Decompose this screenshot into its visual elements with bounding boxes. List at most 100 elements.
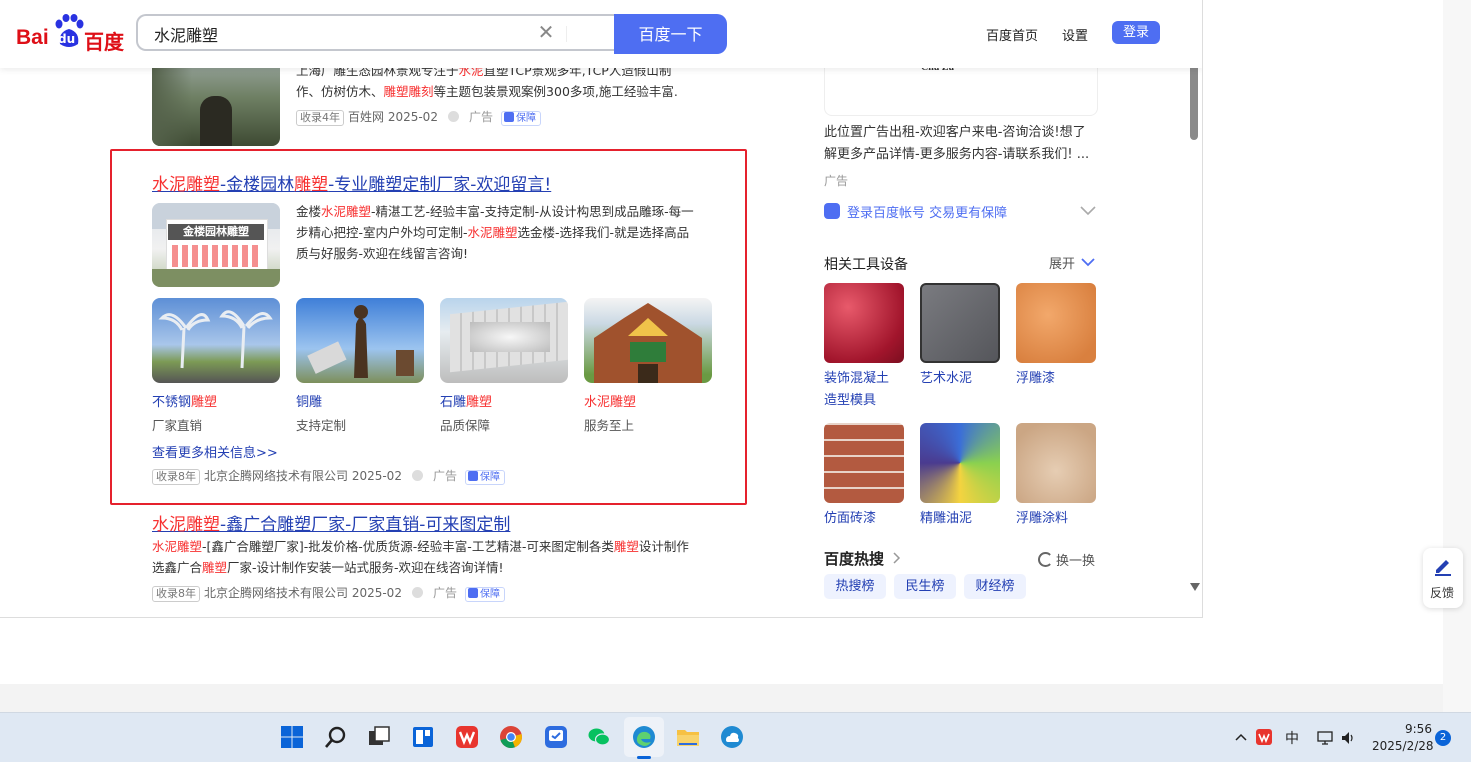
tool-image-clay[interactable]: [920, 423, 1000, 503]
info-icon[interactable]: [411, 587, 423, 598]
shield-icon: [503, 112, 514, 122]
ime-indicator[interactable]: 中: [1285, 728, 1299, 748]
tool-label[interactable]: 仿面砖漆: [824, 508, 876, 530]
result-desc: 金楼水泥雕塑-精湛工艺-经验丰富-支持定制-从设计构思到成品雕琢-每一 步精心把…: [296, 204, 694, 261]
clear-icon[interactable]: ✕: [536, 22, 556, 42]
sub-thumb-stainless[interactable]: [152, 298, 280, 383]
sub-link-stone[interactable]: 石雕雕塑: [440, 391, 492, 410]
guarantee-badge[interactable]: 保障: [464, 587, 505, 602]
edge-icon[interactable]: [632, 725, 656, 749]
guarantee-badge[interactable]: 保障: [500, 111, 541, 126]
tools-title: 相关工具设备: [824, 257, 908, 273]
logo-bai: Bai: [16, 26, 49, 49]
result-thumbnail[interactable]: [152, 58, 280, 146]
sub-thumb-bronze[interactable]: [296, 298, 424, 383]
settings-link[interactable]: 设置: [1062, 25, 1088, 44]
app-icon[interactable]: [544, 725, 568, 749]
sub-desc: 支持定制: [296, 418, 347, 433]
tool-label[interactable]: 装饰混凝土 造型模具: [824, 368, 889, 412]
hot-search-title[interactable]: 百度热搜: [824, 548, 901, 569]
folder-icon[interactable]: [676, 725, 700, 749]
sub-link-stainless[interactable]: 不锈钢雕塑: [152, 391, 217, 410]
search-divider: [566, 26, 567, 42]
result-source[interactable]: 百姓网 2025-02: [348, 110, 438, 124]
more-info-link[interactable]: 查看更多相关信息>>: [152, 442, 278, 461]
sub-desc: 品质保障: [440, 418, 491, 433]
tool-image-brick-paint[interactable]: [824, 423, 904, 503]
baidu-home-link[interactable]: 百度首页: [986, 25, 1038, 44]
sub-thumb-stone[interactable]: [440, 298, 568, 383]
result-meta: 收录8年 北京企腾网络技术有限公司 2025-02 广告 保障: [152, 467, 505, 485]
result-source[interactable]: 北京企腾网络技术有限公司 2025-02: [204, 469, 402, 483]
result-meta: 收录4年 百姓网 2025-02 广告 保障: [296, 108, 541, 126]
sub-link-cement[interactable]: 水泥雕塑: [584, 391, 636, 410]
scrollbar[interactable]: [1187, 0, 1202, 600]
windows-start-icon[interactable]: [280, 725, 304, 749]
search-header: Bai du 百度 ✕ 百度一下 百度首页 设置 登录: [0, 0, 1202, 68]
ad-label: 广告: [824, 174, 849, 188]
sub-desc: 服务至上: [584, 418, 635, 433]
ad-text[interactable]: 此位置广告出租-欢迎客户来电-咨询洽谈!想了 解更多产品详情-更多服务内容-请联…: [824, 122, 1100, 166]
network-icon[interactable]: [1317, 730, 1333, 746]
logo-cn: 百度: [84, 32, 124, 54]
volume-icon[interactable]: [1340, 730, 1356, 746]
chevron-up-icon[interactable]: [1235, 733, 1247, 741]
tool-label[interactable]: 浮雕涂料: [1016, 508, 1068, 530]
search-button[interactable]: 百度一下: [614, 14, 727, 54]
sub-thumb-cement[interactable]: [584, 298, 712, 383]
thumb-caption: 金楼园林雕塑: [168, 224, 264, 240]
tool-label[interactable]: 艺术水泥: [920, 368, 972, 390]
guarantee-badge[interactable]: 保障: [464, 470, 505, 485]
wechat-icon[interactable]: [587, 725, 611, 749]
feedback-button[interactable]: 反馈: [1423, 548, 1463, 608]
refresh-icon: [1038, 552, 1053, 567]
baidu-logo[interactable]: Bai du 百度: [16, 14, 126, 54]
browser-viewport: Bai du 百度 ✕ 百度一下 百度首页 设置 登录 上海广: [0, 0, 1203, 618]
result-meta: 收录8年 北京企腾网络技术有限公司 2025-02 广告 保障: [152, 584, 505, 602]
wps-tray-icon[interactable]: [1256, 729, 1272, 745]
tools-expand[interactable]: 展开: [1049, 253, 1095, 272]
chevron-down-icon: [1081, 258, 1095, 267]
task-view-icon[interactable]: [367, 725, 391, 749]
login-prompt[interactable]: 登录百度帐号 交易更有保障: [824, 201, 1096, 223]
result-title[interactable]: 水泥雕塑-鑫广合雕塑厂家-厂家直销-可来图定制: [152, 510, 510, 535]
clock-time[interactable]: 9:56: [1405, 722, 1432, 736]
result-source[interactable]: 北京企腾网络技术有限公司 2025-02: [204, 586, 402, 600]
widgets-icon[interactable]: [411, 725, 435, 749]
tool-label[interactable]: 浮雕漆: [1016, 368, 1055, 390]
chevron-right-icon: [893, 552, 901, 564]
tool-image-relief-coating[interactable]: [1016, 423, 1096, 503]
notification-badge[interactable]: 2: [1435, 730, 1451, 746]
scroll-down-icon[interactable]: [1190, 583, 1200, 591]
hot-tab-livelihood[interactable]: 民生榜: [894, 574, 956, 599]
shield-icon: [467, 588, 478, 598]
active-indicator: [637, 756, 651, 759]
clock-date[interactable]: 2025/2/28: [1372, 739, 1434, 753]
search-input[interactable]: [152, 22, 516, 46]
hot-refresh[interactable]: 换一换: [1038, 550, 1095, 569]
wps-icon[interactable]: [455, 725, 479, 749]
tool-image-relief-paint[interactable]: [1016, 283, 1096, 363]
chevron-down-icon[interactable]: [1080, 206, 1096, 216]
search-box: ✕: [136, 14, 614, 51]
cloud-icon[interactable]: [720, 725, 744, 749]
pencil-icon: [1435, 560, 1451, 576]
login-button[interactable]: 登录: [1112, 21, 1160, 44]
hot-tab-hot[interactable]: 热搜榜: [824, 574, 886, 599]
page-bottom-strip: [0, 684, 1471, 712]
tool-image-concrete-mold[interactable]: [824, 283, 904, 363]
shield-icon: [824, 203, 840, 219]
tool-image-art-cement[interactable]: [920, 283, 1000, 363]
sub-desc: 厂家直销: [152, 418, 203, 433]
logo-du: du: [58, 32, 76, 46]
tool-label[interactable]: 精雕油泥: [920, 508, 972, 530]
hot-tab-finance[interactable]: 财经榜: [964, 574, 1026, 599]
info-icon[interactable]: [411, 470, 423, 481]
result-title[interactable]: 水泥雕塑-金楼园林雕塑-专业雕塑定制厂家-欢迎留言!: [152, 170, 551, 195]
sub-link-bronze[interactable]: 铜雕: [296, 391, 322, 410]
result-thumbnail[interactable]: 金楼园林雕塑: [152, 203, 280, 287]
scrollbar-thumb[interactable]: [1190, 60, 1198, 140]
chrome-icon[interactable]: [499, 725, 523, 749]
info-icon[interactable]: [447, 111, 459, 122]
search-icon[interactable]: [324, 725, 348, 749]
